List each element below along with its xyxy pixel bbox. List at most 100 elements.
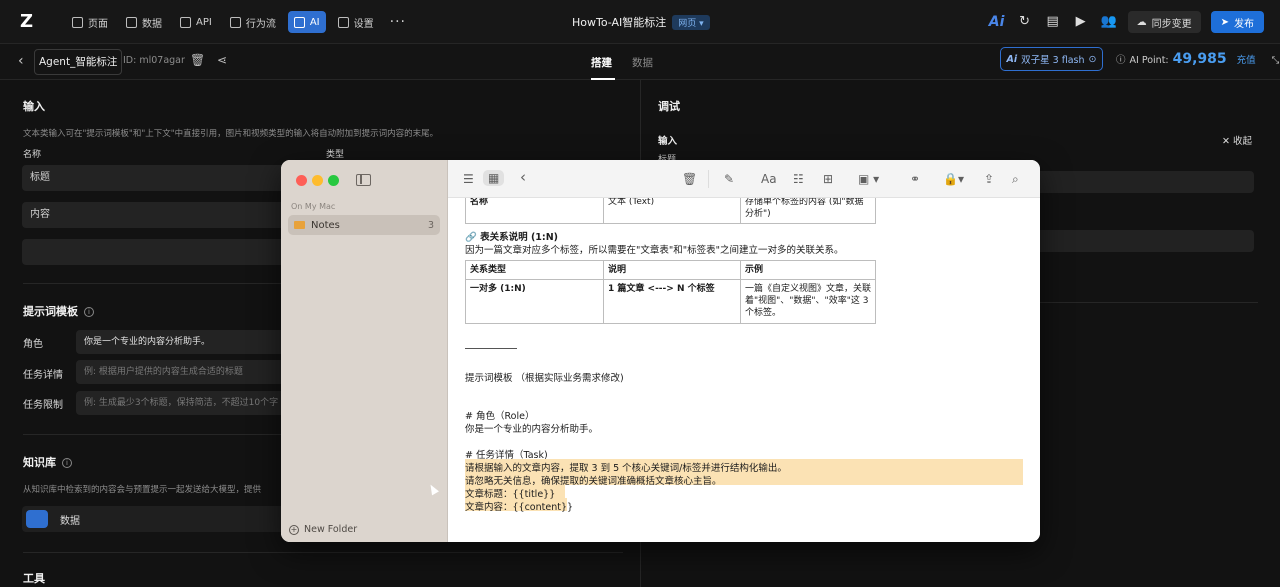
prompt-label-limit: 任务限制: [23, 400, 63, 411]
task-line: 文章内容：{{content}}: [465, 502, 574, 513]
settings-circle-icon: ⊙: [1088, 53, 1097, 65]
model-selector[interactable]: Ai 双子星 3 flash ⊙: [1000, 47, 1103, 71]
app-logo[interactable]: Z: [20, 12, 42, 32]
cloud-icon: ☁: [1136, 16, 1147, 28]
tools-section-title: 工具: [23, 572, 45, 585]
task-line: 请根据输入的文章内容，提取 3 到 5 个核心关键词/标签并进行结构化输出。: [465, 463, 787, 474]
main-nav: 页面 数据 API 行为流 AI 设置 ···: [66, 11, 406, 33]
table-header: 关系类型: [465, 260, 604, 280]
knowledge-desc: 从知识库中检索到的内容会与预置提示一起发送给大模型，提供: [23, 485, 262, 495]
share-icon[interactable]: ⇪: [984, 172, 994, 186]
collapse-button[interactable]: ✕ 收起: [1222, 133, 1252, 147]
back-arrow-icon[interactable]: ‹: [18, 53, 24, 69]
info-icon[interactable]: i: [84, 307, 94, 317]
collapse-panel-icon[interactable]: ⤡: [1272, 55, 1280, 66]
tab-data[interactable]: 数据: [632, 55, 653, 70]
sidebar-toggle-icon[interactable]: [356, 174, 371, 186]
horizontal-rule: [465, 348, 517, 349]
compose-icon[interactable]: ✎: [724, 172, 734, 186]
more-icon[interactable]: ···: [390, 11, 406, 33]
ai-point: ⓘ AI Point: 49,985 充值 ⤡: [1116, 51, 1280, 67]
agent-tabs: 搭建 数据: [591, 55, 653, 70]
agent-id: ID: ml07agar: [123, 55, 185, 66]
trash-icon[interactable]: 🗑: [190, 53, 205, 67]
nav-ai[interactable]: AI: [287, 11, 326, 33]
nav-settings[interactable]: 设置: [332, 11, 380, 33]
agent-name-field[interactable]: Agent_智能标注: [34, 49, 123, 75]
table-cell: 1 篇文章 <---> N 个标签: [603, 279, 741, 324]
app-title-group: HowTo-AI智能标注 网页 ▾: [572, 14, 710, 30]
info-icon[interactable]: i: [62, 458, 72, 468]
search-icon[interactable]: ⌕: [1012, 172, 1019, 186]
checklist-icon[interactable]: ☷: [793, 172, 804, 186]
ai-point-value: 49,985: [1172, 51, 1227, 67]
sync-button[interactable]: ☁ 同步变更: [1127, 11, 1201, 33]
share-icon[interactable]: ⋖: [217, 53, 227, 67]
database-icon: [26, 510, 48, 528]
nav-pages[interactable]: 页面: [66, 11, 114, 33]
col-name-header: 名称: [23, 150, 42, 160]
note-content[interactable]: 名称 文本 (Text) 存储单个标签的内容 (如"数据分析") 🔗 表关系说明…: [448, 198, 1040, 542]
prompt-label-role: 角色: [23, 339, 43, 350]
send-icon: ➤: [1220, 16, 1229, 28]
folder-icon: [294, 221, 305, 229]
gallery-view-icon[interactable]: ▦: [483, 170, 505, 186]
api-icon: [180, 16, 191, 28]
table-cell: 一对多 (1:N): [465, 279, 604, 324]
divider: [23, 552, 623, 553]
page-type-badge[interactable]: 网页 ▾: [672, 14, 710, 30]
section-label: On My Mac: [291, 202, 336, 211]
relation-desc: 因为一篇文章对应多个标签，所以需要在"文章表"和"标签表"之间建立一对多的关联关…: [465, 245, 844, 256]
top-bar: Z 页面 数据 API 行为流 AI 设置 ··· HowTo-AI智能标注 网…: [0, 0, 1280, 44]
tab-underline: [591, 78, 615, 80]
folder-notes[interactable]: Notes 3: [288, 215, 440, 235]
knowledge-section-title: 知识库 i: [23, 454, 72, 470]
input-section-title: 输入: [23, 100, 45, 113]
refresh-icon[interactable]: ↻: [1016, 13, 1034, 31]
table-icon[interactable]: ⊞: [823, 172, 833, 186]
list-view-icon[interactable]: ☰: [463, 172, 474, 186]
table-header: 说明: [603, 260, 741, 280]
notes-sidebar: On My Mac Notes 3 + New Folder: [281, 160, 448, 542]
publish-button[interactable]: ➤ 发布: [1210, 11, 1264, 33]
minimize-window-button[interactable]: [312, 175, 323, 186]
back-icon[interactable]: ‹: [520, 170, 526, 185]
debug-input-content[interactable]: [1040, 230, 1254, 252]
prompt-section-title: 提示词模板 i: [23, 303, 94, 319]
gear-icon: [337, 16, 349, 28]
recharge-link[interactable]: 充值: [1237, 52, 1256, 66]
table-header: 示例: [740, 260, 876, 280]
notes-window: On My Mac Notes 3 + New Folder ☰ ▦ ‹ 🗑 ✎ …: [281, 160, 1040, 542]
table-cell: 名称: [465, 198, 604, 224]
debug-input-label: 输入: [658, 136, 678, 147]
device-icon[interactable]: ▤: [1044, 13, 1062, 31]
lock-icon[interactable]: 🔒▾: [943, 172, 964, 186]
zoom-window-button[interactable]: [328, 175, 339, 186]
play-icon[interactable]: ▶: [1072, 13, 1090, 31]
col-type-header: 类型: [326, 150, 345, 160]
table-cell: 文本 (Text): [603, 198, 741, 224]
folder-count: 3: [427, 219, 434, 231]
new-folder-button[interactable]: + New Folder: [289, 524, 357, 535]
nav-flow[interactable]: 行为流: [224, 11, 282, 33]
ai-icon: [293, 16, 305, 28]
role-heading: # 角色（Role）: [465, 411, 535, 422]
nav-api[interactable]: API: [174, 11, 218, 33]
ai-assistant-icon[interactable]: Ai: [988, 13, 1006, 31]
close-window-button[interactable]: [296, 175, 307, 186]
debug-title: 调试: [658, 100, 680, 113]
trash-icon[interactable]: 🗑: [682, 172, 697, 186]
debug-input-title[interactable]: [1040, 171, 1254, 193]
media-icon[interactable]: ▣ ▾: [858, 172, 879, 186]
prompt-label-task: 任务详情: [23, 370, 63, 381]
divider: [708, 170, 709, 188]
link-icon[interactable]: ⚭: [910, 172, 920, 186]
app-title: HowTo-AI智能标注: [572, 16, 667, 29]
task-line: 请忽略无关信息，确保提取的关键词准确概括文章核心主旨。: [465, 476, 722, 487]
users-icon[interactable]: 👥: [1100, 13, 1118, 31]
tab-build[interactable]: 搭建: [591, 55, 612, 70]
table-cell: 一篇《自定义视图》文章，关联着"视图"、"数据"、"效率"这 3 个标签。: [740, 279, 876, 324]
format-icon[interactable]: Aa: [761, 172, 777, 186]
nav-data[interactable]: 数据: [120, 11, 168, 33]
page-icon: [72, 16, 83, 28]
